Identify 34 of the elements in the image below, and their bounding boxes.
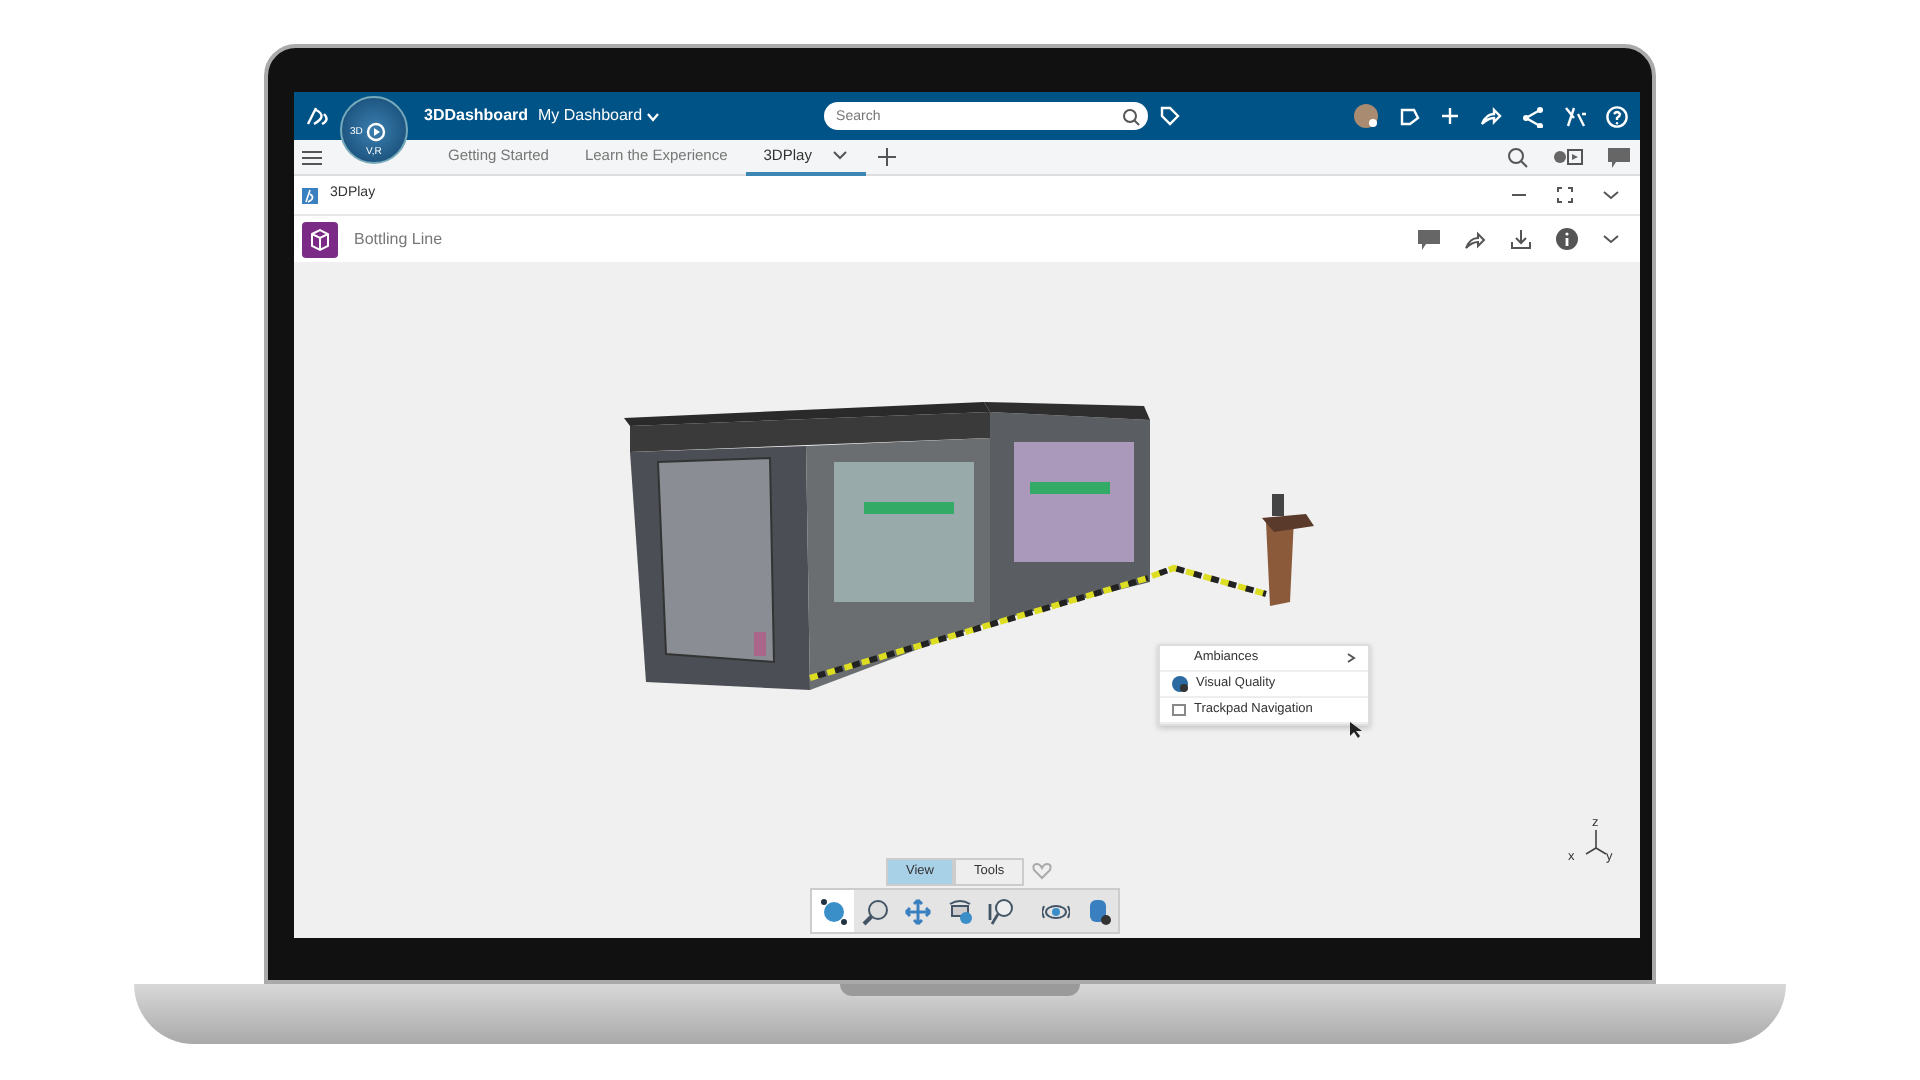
zoom-area-icon[interactable] xyxy=(987,897,1015,925)
share-icon[interactable] xyxy=(1464,229,1486,249)
axis-drawing xyxy=(1584,830,1608,858)
chevron-right-icon xyxy=(1346,652,1356,664)
zoom-icon[interactable] xyxy=(861,897,889,925)
cursor-icon xyxy=(1350,722,1362,738)
ds-logo-icon xyxy=(302,187,318,203)
checkbox[interactable] xyxy=(1172,704,1186,716)
cube-icon[interactable] xyxy=(302,221,338,257)
chevron-down-icon xyxy=(646,111,661,121)
play-icon[interactable] xyxy=(366,122,386,142)
chevron-down-icon[interactable] xyxy=(1602,230,1620,248)
document-title: Bottling Line xyxy=(354,227,443,251)
menu-icon[interactable] xyxy=(302,149,322,165)
cable-drawing xyxy=(1150,564,1267,597)
avatar-icon[interactable] xyxy=(1354,104,1378,128)
fullscreen-icon[interactable] xyxy=(1556,186,1574,204)
search-icon[interactable] xyxy=(1122,107,1141,125)
chevron-down-icon[interactable] xyxy=(831,150,848,160)
ds-logo-icon[interactable] xyxy=(304,104,332,128)
plus-icon[interactable] xyxy=(877,148,896,166)
comment-icon[interactable] xyxy=(1418,229,1440,249)
tag-icon[interactable] xyxy=(1160,106,1181,126)
dashboard-dropdown[interactable]: My Dashboard xyxy=(538,104,661,128)
network-icon[interactable] xyxy=(1522,105,1544,127)
download-icon[interactable] xyxy=(1510,228,1532,250)
help-icon[interactable] xyxy=(1606,105,1628,127)
app-title: 3DDashboard xyxy=(424,104,529,128)
podium-drawing xyxy=(1262,494,1314,606)
pan-icon[interactable] xyxy=(903,897,931,925)
info-icon[interactable] xyxy=(1556,228,1578,250)
chevron-down-icon[interactable] xyxy=(1602,186,1620,204)
video-icon[interactable] xyxy=(1552,148,1584,166)
chat-icon[interactable] xyxy=(1608,147,1630,167)
